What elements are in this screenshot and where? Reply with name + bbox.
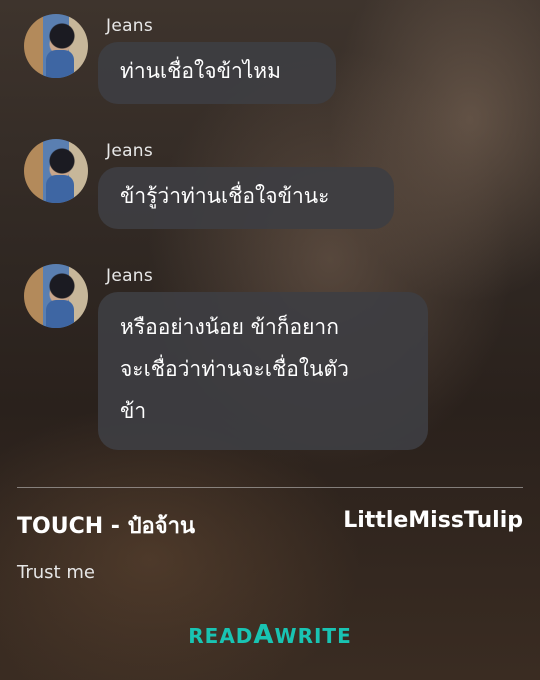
message-bubble: ท่านเชื่อใจข้าไหม: [98, 42, 336, 104]
message-line: หรืออย่างน้อย ข้าก็อยาก: [120, 315, 339, 339]
message-bubble: ข้ารู้ว่าท่านเชื่อใจข้านะ: [98, 167, 394, 229]
sender-name: Jeans: [106, 266, 154, 286]
divider: [17, 487, 523, 488]
avatar[interactable]: [24, 264, 88, 328]
sender-name: Jeans: [106, 141, 154, 161]
avatar[interactable]: [24, 14, 88, 78]
message-line: ข้า: [120, 399, 147, 423]
logo-text-read: READ: [188, 624, 254, 648]
logo-text-write: WRITE: [274, 624, 352, 648]
avatar[interactable]: [24, 139, 88, 203]
chapter-subtitle: Trust me: [17, 562, 95, 583]
logo-text-a: A: [253, 620, 275, 650]
story-title[interactable]: TOUCH - ป๋อจ้าน: [17, 508, 195, 543]
message-bubble: หรืออย่างน้อย ข้าก็อยาก จะเชื่อว่าท่านจะ…: [98, 292, 428, 450]
author-name[interactable]: LittleMissTulip: [343, 508, 523, 533]
readawrite-logo[interactable]: READAWRITE: [0, 620, 540, 650]
message-text: ท่านเชื่อใจข้าไหม: [120, 59, 281, 83]
message-text: ข้ารู้ว่าท่านเชื่อใจข้านะ: [120, 184, 330, 208]
sender-name: Jeans: [106, 16, 154, 36]
chat-area: Jeans ท่านเชื่อใจข้าไหม Jeans ข้ารู้ว่าท…: [0, 0, 540, 480]
message-line: จะเชื่อว่าท่านจะเชื่อในตัว: [120, 357, 349, 381]
